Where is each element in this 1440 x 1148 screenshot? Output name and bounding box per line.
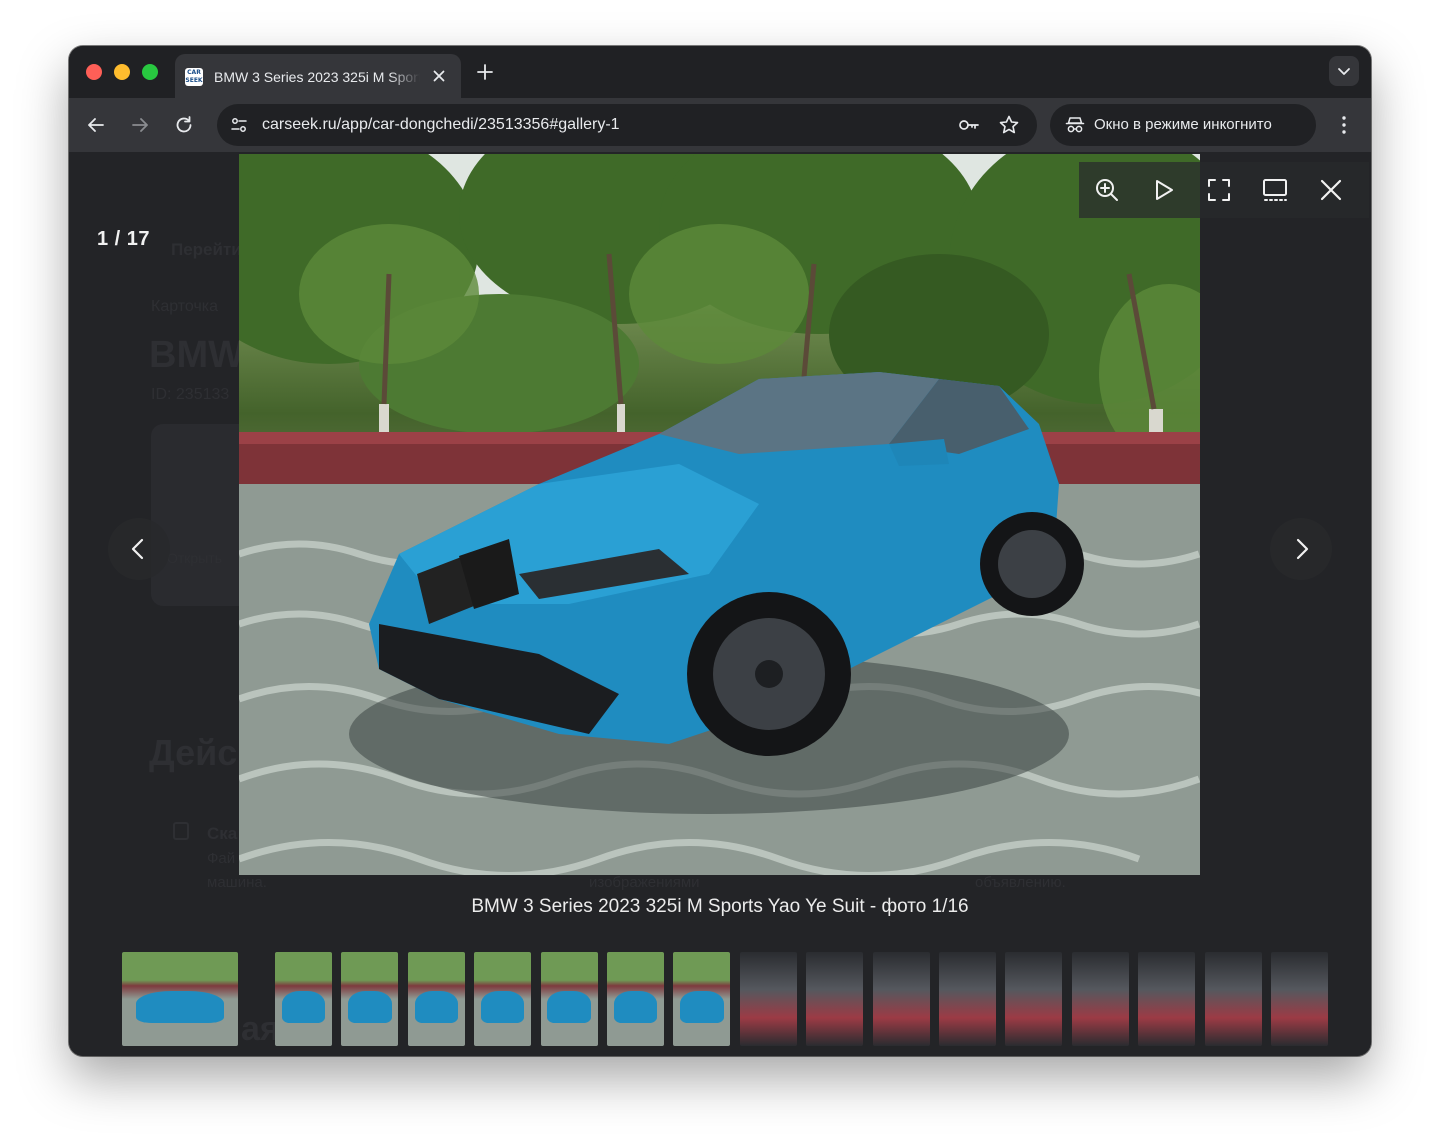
browser-window: CAR SEEK BMW 3 Series 2023 325i M Sports…	[69, 46, 1371, 1056]
gallery-thumbnail[interactable]	[407, 952, 465, 1046]
file-icon	[173, 822, 189, 840]
gallery-thumbnail[interactable]	[1071, 952, 1129, 1046]
gallery-counter: 1 / 17	[97, 228, 151, 250]
key-icon[interactable]	[957, 113, 981, 137]
gallery-thumbnail[interactable]	[673, 952, 731, 1046]
gallery-thumbnail[interactable]	[1204, 952, 1262, 1046]
reload-icon[interactable]	[171, 112, 197, 138]
bg-item-desc: машина.	[207, 874, 267, 891]
thumbnail-car-shape	[481, 991, 525, 1024]
gallery-thumbnail[interactable]	[739, 952, 797, 1046]
thumbnail-car-shape	[680, 991, 724, 1024]
gallery-toolbar	[1079, 162, 1369, 218]
incognito-icon	[1065, 117, 1085, 133]
incognito-indicator[interactable]: Окно в режиме инкогнито	[1050, 104, 1316, 146]
fullscreen-icon[interactable]	[1205, 176, 1233, 204]
address-bar[interactable]: carseek.ru/app/car-dongchedi/23513356#ga…	[217, 104, 1037, 146]
prev-photo-button[interactable]	[108, 518, 170, 580]
gallery-thumbnail[interactable]	[540, 952, 598, 1046]
gallery-thumbnail[interactable]	[122, 952, 238, 1046]
thumbnail-car-shape	[348, 991, 392, 1024]
photo-caption: BMW 3 Series 2023 325i M Sports Yao Ye S…	[471, 896, 969, 917]
gallery-thumbnail[interactable]	[1005, 952, 1063, 1046]
gallery-thumbnail[interactable]	[872, 952, 930, 1046]
chevron-right-icon	[1296, 538, 1309, 560]
thumbnail-car-shape	[135, 991, 225, 1024]
gallery-thumbnail[interactable]	[275, 952, 332, 1046]
gallery-thumbnail[interactable]	[474, 952, 532, 1046]
page-content: Перейти Карточка BMW ID: 235133 Открыть …	[69, 152, 1371, 1056]
chevron-left-icon	[131, 538, 144, 560]
bg-link: Перейти	[171, 240, 242, 259]
bg-open-text: Открыть	[167, 550, 222, 566]
bg-item-desc: изображениями	[589, 874, 700, 891]
thumbnail-car-shape	[547, 991, 591, 1024]
site-favicon: CAR SEEK	[185, 68, 203, 86]
url-text[interactable]: carseek.ru/app/car-dongchedi/23513356#ga…	[262, 116, 620, 134]
car-photo-illustration	[239, 154, 1200, 875]
thumbnails-icon[interactable]	[1261, 176, 1289, 204]
gallery-thumbnail[interactable]	[1271, 952, 1328, 1046]
incognito-label: Окно в режиме инкогнито	[1094, 116, 1272, 133]
bg-title: BMW	[149, 334, 244, 376]
bg-item-desc: Фай	[207, 850, 236, 867]
bg-id: ID: 235133	[151, 386, 230, 403]
back-arrow-icon[interactable]	[83, 112, 109, 138]
gallery-thumbnail[interactable]	[1138, 952, 1196, 1046]
thumbnail-car-shape	[281, 991, 326, 1024]
thumbnail-car-shape	[414, 991, 458, 1024]
bg-item-title: Ска	[207, 824, 238, 843]
thumbnail-strip	[69, 952, 1371, 1048]
gallery-thumbnail[interactable]	[341, 952, 399, 1046]
bg-section-heading: Дейс	[149, 732, 238, 773]
forward-arrow-icon[interactable]	[127, 112, 153, 138]
gallery-thumbnail[interactable]	[939, 952, 996, 1046]
window-maximize-button[interactable]	[142, 64, 158, 80]
browser-tab[interactable]: CAR SEEK BMW 3 Series 2023 325i M Sports…	[175, 54, 461, 98]
more-vert-icon[interactable]	[1331, 112, 1357, 138]
next-photo-button[interactable]	[1270, 518, 1332, 580]
tab-close-icon[interactable]	[430, 67, 448, 85]
tab-search-icon[interactable]	[1329, 56, 1359, 86]
play-icon[interactable]	[1149, 176, 1177, 204]
zoom-in-icon[interactable]	[1093, 176, 1121, 204]
window-close-button[interactable]	[86, 64, 102, 80]
tab-title: BMW 3 Series 2023 325i M Sports Yao Ye S…	[214, 69, 420, 85]
window-minimize-button[interactable]	[114, 64, 130, 80]
gallery-main-photo[interactable]	[239, 154, 1200, 875]
star-icon[interactable]	[997, 113, 1021, 137]
bg-breadcrumb: Карточка	[151, 298, 219, 315]
site-info-icon[interactable]	[228, 114, 250, 136]
browser-toolbar: carseek.ru/app/car-dongchedi/23513356#ga…	[69, 98, 1371, 152]
bg-item-desc: объявлению.	[975, 874, 1066, 891]
thumbnail-car-shape	[613, 991, 658, 1024]
gallery-thumbnail[interactable]	[806, 952, 864, 1046]
close-icon[interactable]	[1317, 176, 1345, 204]
tab-strip: CAR SEEK BMW 3 Series 2023 325i M Sports…	[69, 46, 1371, 98]
new-tab-icon[interactable]	[473, 60, 497, 84]
gallery-thumbnail[interactable]	[607, 952, 664, 1046]
